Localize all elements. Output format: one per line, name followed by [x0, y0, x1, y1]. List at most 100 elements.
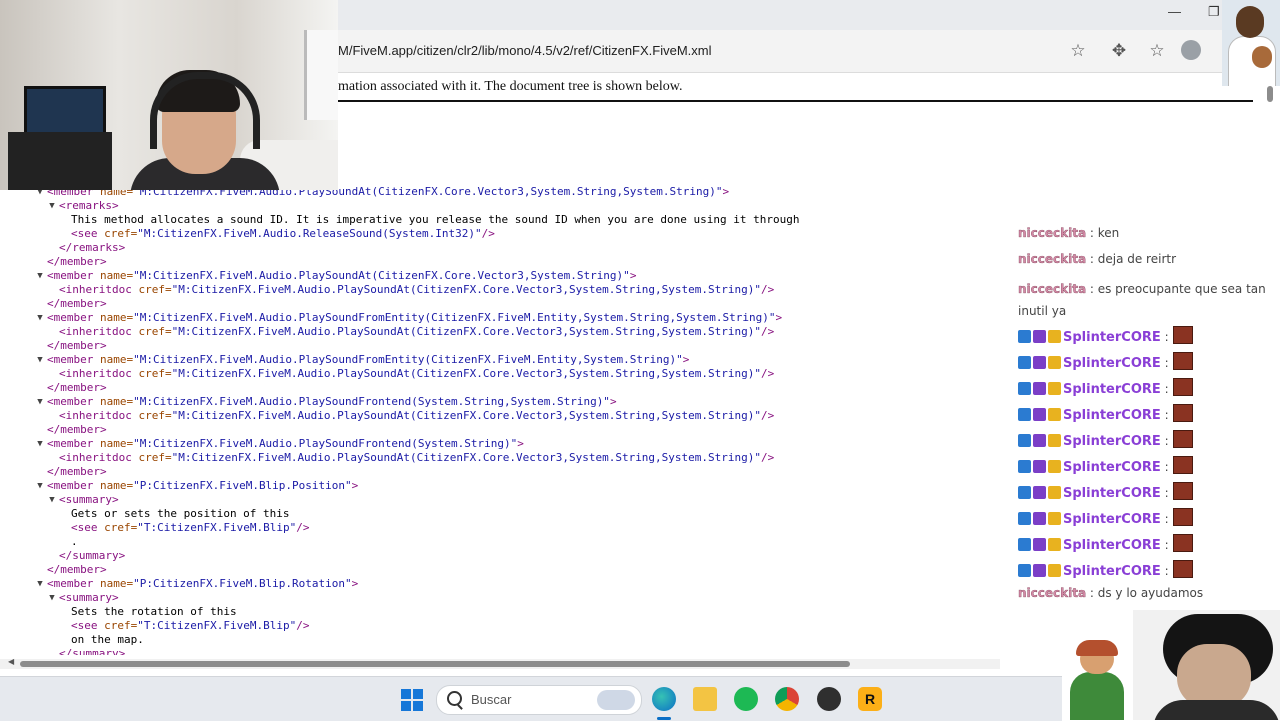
- xml-line: </member>: [0, 255, 1000, 269]
- chat-username[interactable]: SplinterCORE: [1063, 460, 1161, 475]
- minimize-icon[interactable]: —: [1168, 4, 1181, 19]
- xml-token: <inheritdoc: [59, 409, 139, 422]
- chat-username[interactable]: SplinterCORE: [1063, 356, 1161, 371]
- xml-token: name=: [99, 437, 134, 450]
- taskbar-search[interactable]: Buscar: [436, 685, 642, 715]
- chat-text: :: [1160, 382, 1169, 396]
- chat-username[interactable]: SplinterCORE: [1063, 512, 1161, 527]
- header-rule: [338, 100, 1253, 102]
- xml-token: on the map.: [71, 633, 144, 646]
- vip-badge-icon: [1048, 382, 1061, 395]
- vertical-scroll-thumb[interactable]: [1267, 86, 1273, 102]
- xml-token: cref=: [104, 619, 138, 632]
- chat-text: :: [1160, 434, 1169, 448]
- xml-token: <member: [47, 577, 100, 590]
- collapse-toggle-icon[interactable]: ▼: [47, 591, 57, 605]
- chat-emote-icon: [1172, 560, 1193, 578]
- moderator-badge-icon: [1018, 460, 1031, 473]
- chat-username[interactable]: SplinterCORE: [1063, 564, 1161, 579]
- xml-line: ▼ <summary>: [0, 493, 1000, 507]
- xml-token: />: [481, 227, 495, 240]
- xml-token: >: [682, 353, 690, 366]
- xml-token: </member>: [47, 381, 107, 394]
- star-icon[interactable]: ☆: [1067, 40, 1089, 62]
- chat-username[interactable]: nicceckita: [1018, 226, 1086, 240]
- xml-line: </member>: [0, 423, 1000, 437]
- chat-username[interactable]: SplinterCORE: [1063, 330, 1161, 345]
- chat-message: SplinterCORE :: [1018, 430, 1193, 449]
- chat-message: nicceckita : es preocupante que sea tan …: [1018, 278, 1268, 322]
- collapse-toggle-icon[interactable]: ▼: [35, 577, 45, 591]
- chat-text: :: [1160, 356, 1169, 370]
- address-bar[interactable]: M/FiveM.app/citizen/clr2/lib/mono/4.5/v2…: [338, 43, 712, 58]
- extensions-icon[interactable]: ✥: [1108, 40, 1130, 62]
- spotify-icon[interactable]: [734, 687, 758, 711]
- collapse-toggle-icon[interactable]: ▼: [35, 479, 45, 493]
- xml-line: </member>: [0, 339, 1000, 353]
- start-icon[interactable]: [401, 689, 423, 711]
- collapse-toggle-icon[interactable]: ▼: [47, 199, 57, 213]
- xml-line: ▼ <member name="P:CitizenFX.FiveM.Blip.Po…: [0, 479, 1000, 493]
- collapse-toggle-icon[interactable]: ▼: [47, 493, 57, 507]
- xml-token: </member>: [47, 339, 107, 352]
- xml-token: "T:CitizenFX.FiveM.Blip": [137, 619, 297, 632]
- scroll-left-icon[interactable]: ◀: [8, 657, 14, 666]
- chrome-icon[interactable]: [775, 687, 799, 711]
- xml-token: >: [722, 185, 730, 198]
- xml-token: name=: [99, 311, 134, 324]
- profile-icon[interactable]: [1181, 40, 1201, 60]
- collapse-toggle-icon[interactable]: ▼: [35, 395, 45, 409]
- webcam-overlay: [0, 0, 338, 190]
- teddy-bear-icon: [1252, 46, 1272, 68]
- file-explorer-icon[interactable]: [693, 687, 717, 711]
- chat-username[interactable]: SplinterCORE: [1063, 486, 1161, 501]
- chat-message: SplinterCORE :: [1018, 534, 1193, 553]
- collapse-toggle-icon[interactable]: ▼: [35, 311, 45, 325]
- moderator-badge-icon: [1018, 434, 1031, 447]
- chat-message: nicceckita : ken: [1018, 226, 1119, 240]
- chat-username[interactable]: SplinterCORE: [1063, 408, 1161, 423]
- chat-username[interactable]: SplinterCORE: [1063, 382, 1161, 397]
- chat-username[interactable]: nicceckita: [1018, 586, 1086, 600]
- chat-emote-icon: [1172, 430, 1193, 448]
- xml-token: >: [517, 437, 524, 450]
- xml-line: </summary>: [0, 647, 1000, 655]
- horizontal-scrollbar[interactable]: ◀: [0, 657, 1000, 669]
- favorites-icon[interactable]: ☆: [1146, 40, 1168, 62]
- xml-token: cref=: [104, 521, 138, 534]
- windows-taskbar: Buscar R: [0, 676, 1062, 721]
- xml-token: "M:CitizenFX.FiveM.Audio.ReleaseSound(Sy…: [137, 227, 482, 240]
- obs-icon[interactable]: [817, 687, 841, 711]
- chat-username[interactable]: SplinterCORE: [1063, 538, 1161, 553]
- collapse-toggle-icon[interactable]: ▼: [35, 269, 45, 283]
- collapse-toggle-icon[interactable]: ▼: [35, 437, 45, 451]
- search-highlight-icon: [597, 690, 635, 710]
- vip-badge-icon: [1048, 460, 1061, 473]
- chat-text: :: [1160, 538, 1169, 552]
- xml-line: ▼ <member name="M:CitizenFX.FiveM.Audio.P…: [0, 269, 1000, 283]
- chat-username[interactable]: nicceckita: [1018, 252, 1086, 266]
- xml-token: </summary>: [59, 549, 126, 562]
- restore-icon[interactable]: ❐: [1208, 4, 1220, 20]
- horizontal-scroll-thumb[interactable]: [20, 661, 850, 667]
- xml-line: <inheritdoc cref="M:CitizenFX.FiveM.Audi…: [0, 409, 1000, 423]
- edge-icon[interactable]: [652, 687, 676, 711]
- vip-badge-icon: [1048, 356, 1061, 369]
- xml-line: ▼ <member name="M:CitizenFX.FiveM.Audio.P…: [0, 437, 1000, 451]
- xml-line: <see cref="T:CitizenFX.FiveM.Blip"/>: [0, 521, 1000, 535]
- xml-token: Gets or sets the position of this: [71, 507, 290, 520]
- xml-token: <see: [71, 619, 105, 632]
- chat-username[interactable]: nicceckita: [1018, 282, 1086, 296]
- xml-token: />: [761, 283, 775, 296]
- collapse-toggle-icon[interactable]: ▼: [35, 353, 45, 367]
- moderator-badge-icon: [1018, 538, 1031, 551]
- chat-message: nicceckita : deja de reirtr: [1018, 252, 1176, 266]
- xml-token: >: [609, 395, 617, 408]
- chat-message: SplinterCORE :: [1018, 508, 1193, 527]
- subscriber-badge-icon: [1033, 460, 1046, 473]
- rockstar-launcher-icon[interactable]: R: [858, 687, 882, 711]
- chat-username[interactable]: SplinterCORE: [1063, 434, 1161, 449]
- xml-line: ▼ <member name="P:CitizenFX.FiveM.Blip.Ro…: [0, 577, 1000, 591]
- xml-token: <see: [71, 227, 105, 240]
- xml-token: </summary>: [59, 647, 126, 655]
